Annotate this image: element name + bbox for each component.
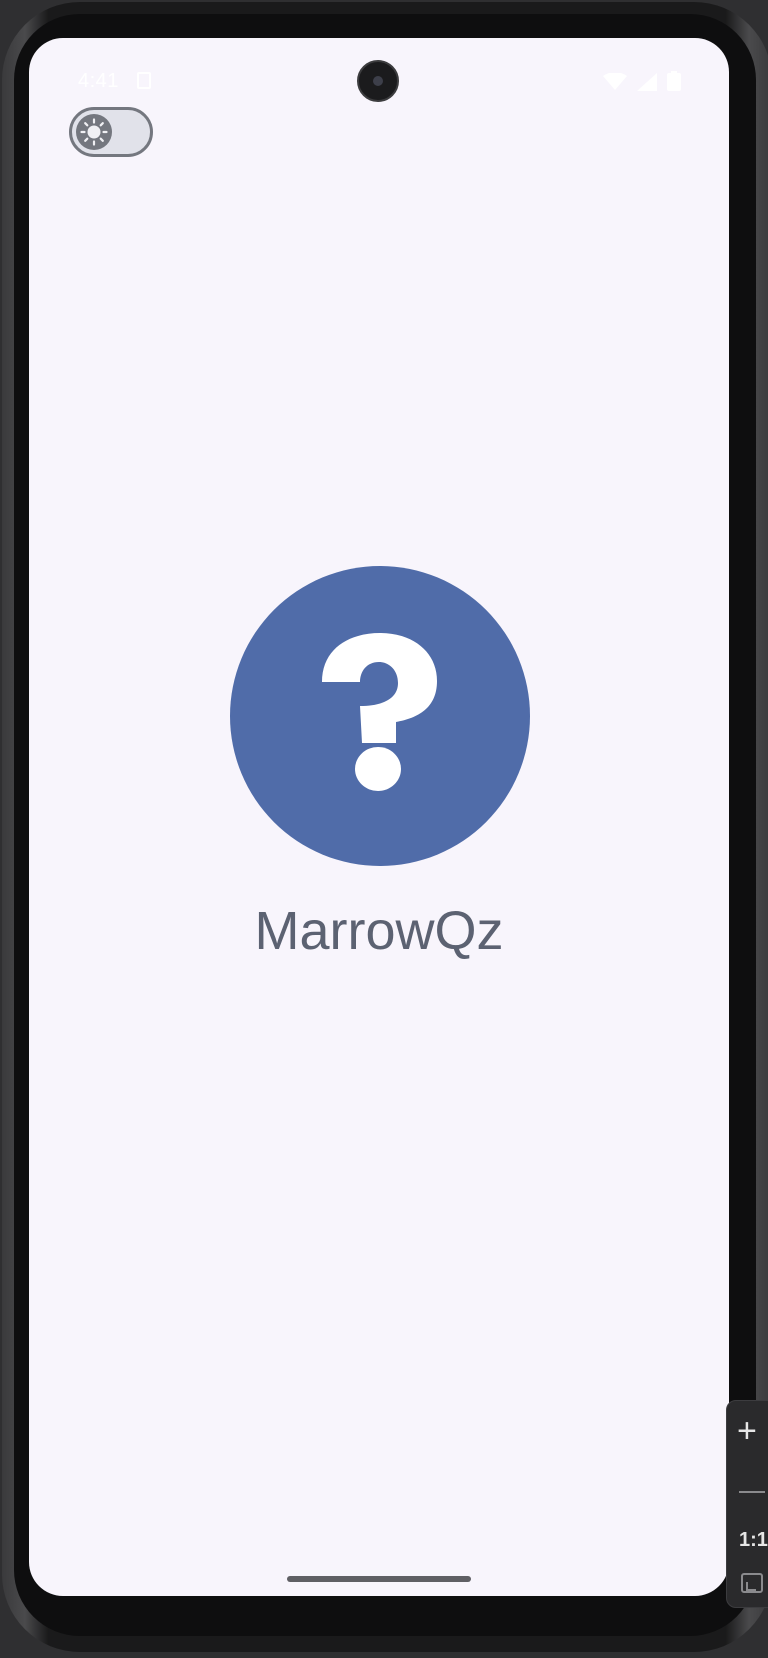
battery-icon: [667, 71, 681, 91]
cell-signal-icon: [637, 73, 657, 91]
emulator-window: 4:41 MarrowQz + 1:1: [0, 0, 768, 1658]
wifi-icon: [603, 73, 627, 90]
toggle-thumb: [76, 114, 112, 150]
question-mark-icon: [322, 633, 437, 791]
gesture-nav-handle[interactable]: [287, 1576, 471, 1582]
status-time: 4:41: [78, 70, 119, 92]
status-icons: [603, 71, 681, 91]
zoom-in-button[interactable]: +: [737, 1411, 768, 1451]
plus-icon: +: [737, 1412, 757, 1450]
zoom-out-button[interactable]: [739, 1471, 768, 1511]
app-name: MarrowQz: [254, 901, 504, 961]
phone-screen: 4:41 MarrowQz: [29, 38, 729, 1596]
zoom-ratio-button[interactable]: 1:1: [739, 1529, 768, 1552]
front-camera: [357, 60, 399, 102]
sun-icon: [80, 118, 108, 146]
theme-toggle-switch[interactable]: [69, 107, 153, 157]
sim-card-icon: [137, 72, 151, 89]
fit-screen-icon[interactable]: [741, 1573, 763, 1593]
app-logo: [230, 566, 530, 866]
emulator-zoom-controls: + 1:1: [726, 1400, 768, 1608]
